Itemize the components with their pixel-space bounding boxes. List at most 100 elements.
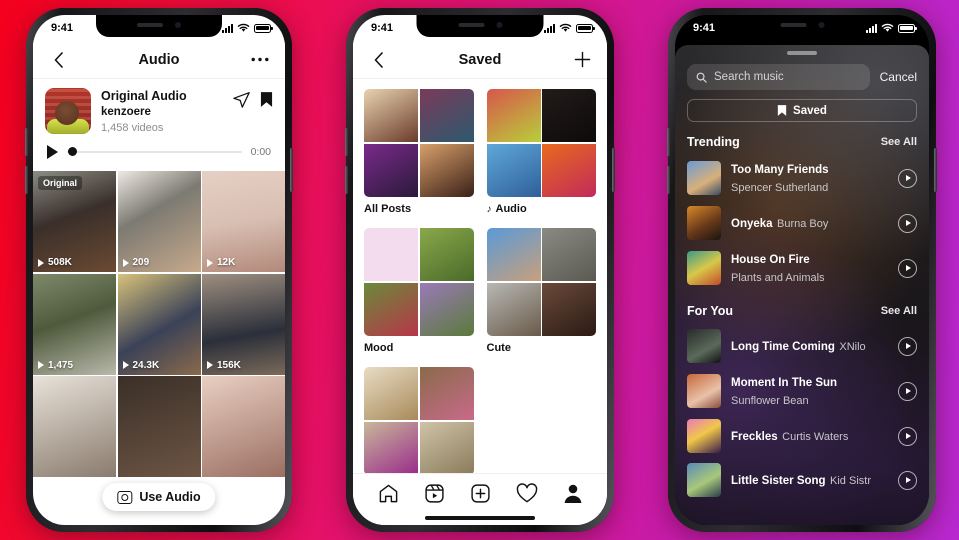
play-track-button[interactable]	[898, 336, 917, 356]
signal-icon	[544, 23, 555, 33]
section-title: For You	[687, 304, 734, 318]
see-all-button[interactable]: See All	[881, 136, 917, 148]
track-row[interactable]: Freckles Curtis Waters	[675, 414, 929, 458]
play-track-button[interactable]	[898, 381, 917, 401]
add-collection-button[interactable]	[569, 47, 595, 73]
use-audio-button[interactable]: Use Audio	[102, 483, 216, 511]
see-all-button[interactable]: See All	[881, 305, 917, 317]
back-button[interactable]	[365, 47, 391, 73]
video-tile[interactable]: 24.3K	[117, 273, 201, 375]
track-name: Long Time Coming	[731, 341, 835, 353]
play-track-button[interactable]	[898, 258, 917, 278]
thumb	[542, 143, 596, 197]
original-badge: Original	[38, 176, 83, 190]
section-header-for-you: For You See All	[675, 291, 929, 324]
cancel-button[interactable]: Cancel	[880, 70, 917, 84]
collection-thumbs	[364, 367, 474, 475]
bookmark-filled-icon[interactable]	[260, 91, 273, 113]
play-icon[interactable]	[47, 145, 58, 159]
tab-activity[interactable]	[516, 482, 538, 509]
thumb	[364, 89, 418, 143]
wifi-icon	[237, 23, 250, 32]
album-art	[687, 251, 721, 285]
video-views: 24.3K	[122, 360, 159, 371]
play-track-button[interactable]	[898, 470, 917, 490]
video-tile[interactable]	[202, 376, 285, 477]
audio-author[interactable]: kenzoere	[101, 106, 223, 118]
audio-info-row: Original Audio kenzoere 1,458 videos	[45, 88, 273, 134]
tab-reels[interactable]	[424, 483, 445, 509]
track-name: Moment In The Sun	[731, 377, 838, 389]
track-name: House On Fire	[731, 254, 810, 266]
play-track-button[interactable]	[898, 168, 917, 188]
track-name: Little Sister Song	[731, 475, 826, 487]
collection-thumbs	[486, 228, 596, 336]
tab-create[interactable]	[470, 483, 491, 509]
status-indicators	[544, 23, 595, 33]
scrubber-knob[interactable]	[68, 147, 77, 156]
audio-player: 0:00	[45, 134, 273, 163]
thumb	[542, 89, 596, 143]
back-button[interactable]	[45, 47, 71, 73]
thumb	[364, 421, 418, 475]
video-tile[interactable]	[33, 376, 116, 477]
thumb	[542, 228, 596, 282]
track-row[interactable]: House On Fire Plants and Animals	[675, 245, 929, 291]
video-tile[interactable]: 209	[117, 171, 201, 272]
audio-scrubber[interactable]	[67, 147, 242, 156]
views-count: 508K	[48, 257, 72, 268]
album-art	[687, 161, 721, 195]
collection-card[interactable]: Mood	[364, 228, 474, 354]
collection-card[interactable]: All Posts	[364, 89, 474, 215]
track-info: Freckles Curtis Waters	[731, 427, 888, 445]
album-art	[687, 419, 721, 453]
tab-profile[interactable]	[563, 483, 583, 509]
video-tile[interactable]: 156K	[202, 273, 285, 375]
signal-icon	[866, 23, 877, 33]
video-tile[interactable]	[117, 376, 201, 477]
video-tile[interactable]: Original 508K	[33, 171, 116, 272]
phone2-volume-up	[345, 128, 348, 156]
thumb	[364, 143, 418, 197]
play-icon	[905, 343, 911, 349]
collection-thumbs	[486, 89, 596, 197]
play-track-button[interactable]	[898, 426, 917, 446]
track-row[interactable]: Little Sister Song Kid Sistr	[675, 458, 929, 502]
thumb	[486, 228, 541, 282]
track-info: Too Many Friends Spencer Sutherland	[731, 160, 888, 196]
video-views: 1,475	[38, 360, 73, 371]
phone3-volume-up	[667, 128, 670, 156]
phone1-volume-up	[25, 128, 28, 156]
album-art	[687, 329, 721, 363]
tab-home[interactable]	[378, 483, 399, 509]
thumb	[486, 282, 541, 336]
views-count: 12K	[217, 257, 236, 268]
track-row[interactable]: Long Time Coming XNilo	[675, 324, 929, 368]
audio-video-count: 1,458 videos	[101, 122, 164, 134]
share-icon[interactable]	[233, 91, 250, 113]
track-row[interactable]: Onyeka Burna Boy	[675, 201, 929, 245]
track-info: Onyeka Burna Boy	[731, 214, 888, 232]
phone2-screen: 9:41 Saved All Posts ♪ Audio Mood Cute	[353, 15, 607, 525]
camera-icon	[117, 490, 133, 504]
battery-icon	[898, 23, 917, 33]
search-input[interactable]: Search music	[687, 64, 870, 90]
saved-filter-button[interactable]: Saved	[687, 99, 917, 122]
section-title: Trending	[687, 135, 740, 149]
track-row[interactable]: Moment In The Sun Sunflower Bean	[675, 368, 929, 414]
track-info: Little Sister Song Kid Sistr	[731, 471, 888, 489]
video-tile[interactable]: 12K	[202, 171, 285, 272]
play-track-button[interactable]	[898, 213, 917, 233]
track-row[interactable]: Too Many Friends Spencer Sutherland	[675, 155, 929, 201]
collection-name: Mood	[364, 342, 474, 354]
speaker-slot	[137, 22, 163, 27]
video-tile[interactable]: 1,475	[33, 273, 116, 375]
video-thumb	[33, 376, 116, 477]
more-options-button[interactable]	[247, 47, 273, 73]
phone2-volume-down	[345, 166, 348, 194]
bottom-tab-bar	[353, 473, 607, 525]
collection-card[interactable]: Cute	[486, 228, 596, 354]
play-icon	[905, 477, 911, 483]
thumb	[364, 228, 418, 282]
collection-card[interactable]: ♪ Audio	[486, 89, 596, 215]
